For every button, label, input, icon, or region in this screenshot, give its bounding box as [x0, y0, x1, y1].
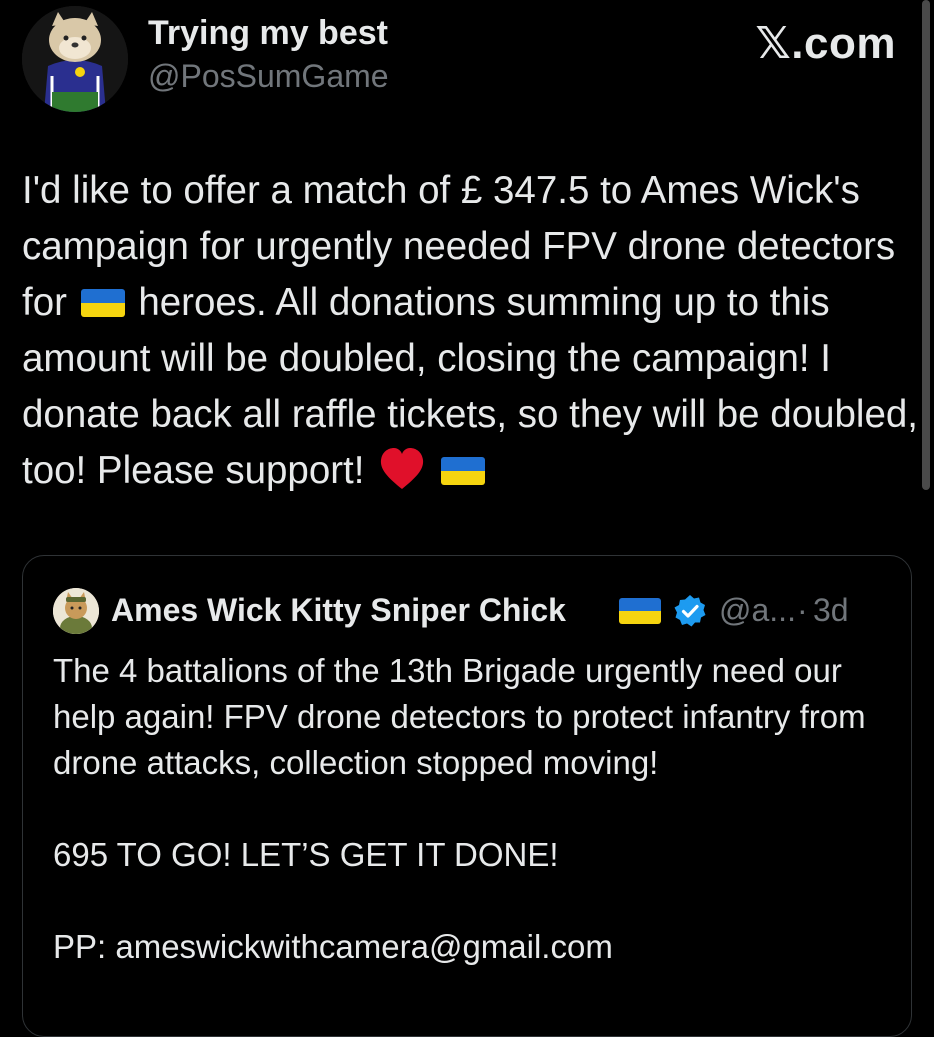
- ukraine-flag-icon: [619, 598, 661, 624]
- scrollbar[interactable]: [922, 0, 930, 490]
- quoted-timestamp[interactable]: 3d: [813, 592, 849, 629]
- author-display-name[interactable]: Trying my best: [148, 14, 388, 53]
- quoted-paragraph-1: The 4 battalions of the 13th Brigade urg…: [53, 652, 866, 781]
- quoted-paragraph-3: PP: ameswickwithcamera@gmail.com: [53, 928, 613, 965]
- quoted-author-display-name[interactable]: Ames Wick Kitty Sniper Chick: [111, 592, 566, 629]
- ukraine-flag-icon: [80, 289, 125, 317]
- cat-soldier-avatar-icon: [53, 588, 99, 634]
- possum-avatar-icon: [22, 6, 128, 112]
- quoted-author-avatar[interactable]: [53, 588, 99, 634]
- ukraine-flag-icon: [440, 457, 485, 485]
- author-avatar[interactable]: [22, 6, 128, 112]
- red-heart-icon: [381, 448, 424, 489]
- x-com-watermark: 𝕏.com: [755, 19, 896, 68]
- verified-badge-icon: [674, 595, 706, 627]
- separator-dot: ·: [797, 592, 808, 628]
- author-handle[interactable]: @PosSumGame: [148, 58, 389, 95]
- quoted-tweet-card[interactable]: Ames Wick Kitty Sniper Chick @a... · 3d …: [22, 555, 912, 1037]
- tweet-text: I'd like to offer a match of £ 347.5 to …: [22, 163, 922, 499]
- quoted-tweet-text: The 4 battalions of the 13th Brigade urg…: [53, 648, 883, 970]
- tweet-header: Trying my best @PosSumGame 𝕏.com: [0, 0, 934, 130]
- quoted-author-handle[interactable]: @a...: [719, 592, 796, 629]
- quoted-paragraph-2: 695 TO GO! LET’S GET IT DONE!: [53, 836, 559, 873]
